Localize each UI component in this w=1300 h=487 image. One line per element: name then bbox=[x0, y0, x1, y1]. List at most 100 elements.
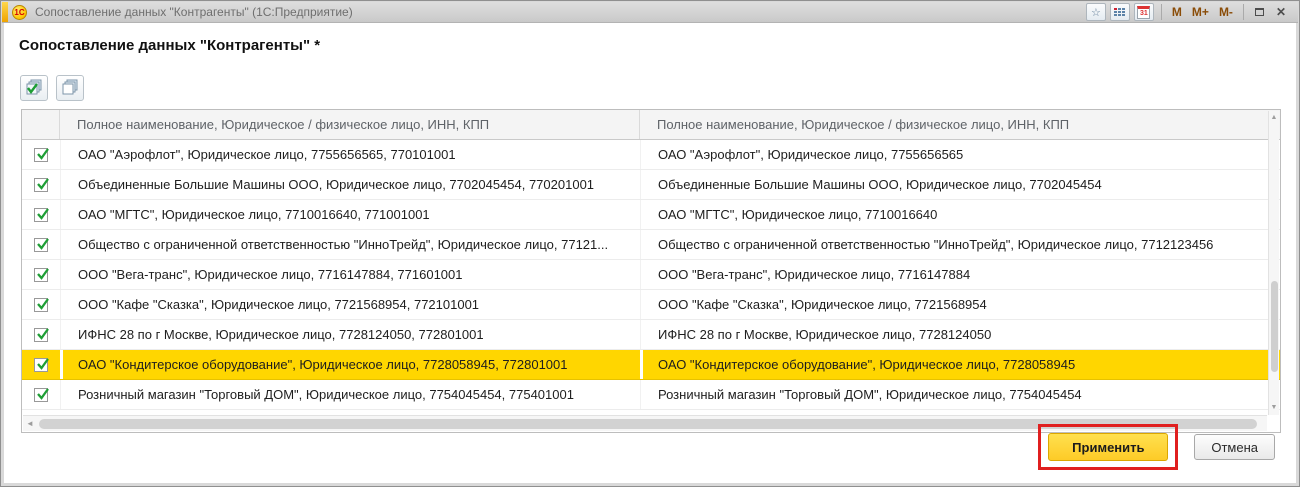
calendar-icon[interactable]: 31 bbox=[1134, 3, 1154, 21]
source-counterparty-text: ОАО "МГТС", Юридическое лицо, 7710016640… bbox=[78, 207, 430, 222]
source-counterparty-cell[interactable]: Общество с ограниченной ответственностью… bbox=[60, 230, 640, 259]
row-checkbox[interactable] bbox=[34, 208, 48, 222]
memory-m-minus-button[interactable]: M- bbox=[1216, 5, 1236, 19]
target-counterparty-cell[interactable]: ИФНС 28 по г Москве, Юридическое лицо, 7… bbox=[640, 320, 1280, 349]
source-counterparty-text: ОАО "Кондитерское оборудование", Юридиче… bbox=[78, 357, 568, 372]
target-counterparty-text: ОАО "Кондитерское оборудование", Юридиче… bbox=[658, 357, 1075, 372]
scroll-up-arrow-icon[interactable]: ▲ bbox=[1269, 113, 1279, 123]
source-counterparty-text: Объединенные Большие Машины ООО, Юридиче… bbox=[78, 177, 594, 192]
checkmark-icon bbox=[35, 385, 51, 401]
memory-m-button[interactable]: M bbox=[1169, 5, 1185, 19]
source-counterparty-cell[interactable]: ОАО "Аэрофлот", Юридическое лицо, 775565… bbox=[60, 140, 640, 169]
source-counterparty-cell[interactable]: ООО "Кафе "Сказка", Юридическое лицо, 77… bbox=[60, 290, 640, 319]
target-counterparty-cell[interactable]: ОАО "МГТС", Юридическое лицо, 7710016640 bbox=[640, 200, 1280, 229]
row-checkbox-cell[interactable] bbox=[22, 200, 60, 229]
checkmark-icon bbox=[35, 175, 51, 191]
titlebar[interactable]: 1С Сопоставление данных "Контрагенты" (1… bbox=[2, 2, 1298, 23]
titlebar-accent-stripe bbox=[2, 2, 8, 22]
vertical-scrollbar-thumb[interactable] bbox=[1271, 281, 1278, 372]
row-checkbox[interactable] bbox=[34, 388, 48, 402]
row-checkbox-cell[interactable] bbox=[22, 380, 60, 409]
target-counterparty-text: Общество с ограниченной ответственностью… bbox=[658, 237, 1213, 252]
row-checkbox[interactable] bbox=[34, 148, 48, 162]
target-counterparty-cell[interactable]: Розничный магазин "Торговый ДОМ", Юридич… bbox=[640, 380, 1280, 409]
source-counterparty-cell[interactable]: ООО "Вега-транс", Юридическое лицо, 7716… bbox=[60, 260, 640, 289]
target-counterparty-text: ООО "Кафе "Сказка", Юридическое лицо, 77… bbox=[658, 297, 987, 312]
calculator-icon[interactable] bbox=[1110, 3, 1130, 21]
row-checkbox[interactable] bbox=[34, 178, 48, 192]
table-row[interactable]: Розничный магазин "Торговый ДОМ", Юридич… bbox=[22, 380, 1280, 410]
table-row[interactable]: ОАО "МГТС", Юридическое лицо, 7710016640… bbox=[22, 200, 1280, 230]
toolbar bbox=[20, 75, 84, 101]
calendar-glyph: 31 bbox=[1137, 6, 1150, 19]
source-column-header: Полное наименование, Юридическое / физич… bbox=[60, 110, 640, 139]
row-checkbox-cell[interactable] bbox=[22, 260, 60, 289]
row-checkbox-cell[interactable] bbox=[22, 170, 60, 199]
pages-icon bbox=[60, 79, 80, 97]
row-checkbox-cell[interactable] bbox=[22, 320, 60, 349]
checkmark-icon bbox=[35, 205, 51, 221]
table-row[interactable]: ООО "Вега-транс", Юридическое лицо, 7716… bbox=[22, 260, 1280, 290]
target-counterparty-text: ИФНС 28 по г Москве, Юридическое лицо, 7… bbox=[658, 327, 991, 342]
target-counterparty-cell[interactable]: ООО "Кафе "Сказка", Юридическое лицо, 77… bbox=[640, 290, 1280, 319]
maximize-button[interactable] bbox=[1251, 5, 1268, 19]
favorites-star-icon[interactable]: ☆ bbox=[1086, 3, 1106, 21]
vertical-scrollbar[interactable]: ▲ ▼ bbox=[1268, 111, 1279, 415]
apply-button[interactable]: Применить bbox=[1048, 433, 1168, 461]
source-counterparty-text: ИФНС 28 по г Москве, Юридическое лицо, 7… bbox=[78, 327, 484, 342]
source-counterparty-cell[interactable]: ОАО "Кондитерское оборудование", Юридиче… bbox=[60, 350, 640, 379]
target-counterparty-text: ОАО "Аэрофлот", Юридическое лицо, 775565… bbox=[658, 147, 963, 162]
memory-m-plus-button[interactable]: M+ bbox=[1189, 5, 1212, 19]
target-counterparty-text: Объединенные Большие Машины ООО, Юридиче… bbox=[658, 177, 1102, 192]
footer-buttons: Применить Отмена bbox=[1038, 424, 1275, 470]
target-counterparty-cell[interactable]: ОАО "Аэрофлот", Юридическое лицо, 775565… bbox=[640, 140, 1280, 169]
table-header-row: Полное наименование, Юридическое / физич… bbox=[22, 110, 1280, 140]
table-row[interactable]: ОАО "Аэрофлот", Юридическое лицо, 775565… bbox=[22, 140, 1280, 170]
row-checkbox-cell[interactable] bbox=[22, 350, 60, 379]
source-counterparty-text: ООО "Вега-транс", Юридическое лицо, 7716… bbox=[78, 267, 462, 282]
target-counterparty-text: ОАО "МГТС", Юридическое лицо, 7710016640 bbox=[658, 207, 937, 222]
table-row[interactable]: Общество с ограниченной ответственностью… bbox=[22, 230, 1280, 260]
cancel-button[interactable]: Отмена bbox=[1194, 434, 1275, 460]
scroll-left-arrow-icon[interactable]: ◄ bbox=[26, 416, 34, 431]
row-checkbox[interactable] bbox=[34, 328, 48, 342]
mapping-dialog-window: 1С Сопоставление данных "Контрагенты" (1… bbox=[0, 0, 1300, 487]
table-row[interactable]: ОАО "Кондитерское оборудование", Юридиче… bbox=[22, 350, 1280, 380]
set-all-checkboxes-button[interactable] bbox=[20, 75, 48, 101]
source-counterparty-cell[interactable]: ОАО "МГТС", Юридическое лицо, 7710016640… bbox=[60, 200, 640, 229]
row-checkbox-cell[interactable] bbox=[22, 230, 60, 259]
source-counterparty-text: Розничный магазин "Торговый ДОМ", Юридич… bbox=[78, 387, 574, 402]
table-row[interactable]: ИФНС 28 по г Москве, Юридическое лицо, 7… bbox=[22, 320, 1280, 350]
target-counterparty-text: ООО "Вега-транс", Юридическое лицо, 7716… bbox=[658, 267, 970, 282]
window-title: Сопоставление данных "Контрагенты" (1С:П… bbox=[35, 5, 353, 19]
source-counterparty-cell[interactable]: Розничный магазин "Торговый ДОМ", Юридич… bbox=[60, 380, 640, 409]
source-counterparty-text: ООО "Кафе "Сказка", Юридическое лицо, 77… bbox=[78, 297, 479, 312]
target-counterparty-cell[interactable]: Объединенные Большие Машины ООО, Юридиче… bbox=[640, 170, 1280, 199]
source-counterparty-cell[interactable]: Объединенные Большие Машины ООО, Юридиче… bbox=[60, 170, 640, 199]
target-counterparty-text: Розничный магазин "Торговый ДОМ", Юридич… bbox=[658, 387, 1082, 402]
checkmark-icon bbox=[35, 145, 51, 161]
checkbox-column-header bbox=[22, 110, 60, 139]
titlebar-separator bbox=[1161, 4, 1162, 20]
table-row[interactable]: ООО "Кафе "Сказка", Юридическое лицо, 77… bbox=[22, 290, 1280, 320]
target-counterparty-cell[interactable]: Общество с ограниченной ответственностью… bbox=[640, 230, 1280, 259]
scroll-down-arrow-icon[interactable]: ▼ bbox=[1269, 403, 1279, 413]
row-checkbox[interactable] bbox=[34, 238, 48, 252]
source-counterparty-cell[interactable]: ИФНС 28 по г Москве, Юридическое лицо, 7… bbox=[60, 320, 640, 349]
clear-all-checkboxes-button[interactable] bbox=[56, 75, 84, 101]
row-checkbox[interactable] bbox=[34, 268, 48, 282]
target-counterparty-cell[interactable]: ООО "Вега-транс", Юридическое лицо, 7716… bbox=[640, 260, 1280, 289]
titlebar-separator bbox=[1243, 4, 1244, 20]
table-row[interactable]: Объединенные Большие Машины ООО, Юридиче… bbox=[22, 170, 1280, 200]
target-counterparty-cell[interactable]: ОАО "Кондитерское оборудование", Юридиче… bbox=[640, 350, 1280, 379]
checkmark-icon bbox=[35, 355, 51, 371]
row-checkbox-cell[interactable] bbox=[22, 140, 60, 169]
row-checkbox[interactable] bbox=[34, 298, 48, 312]
target-column-header: Полное наименование, Юридическое / физич… bbox=[640, 110, 1280, 139]
checkmark-icon bbox=[35, 295, 51, 311]
close-button[interactable]: ✕ bbox=[1272, 5, 1290, 19]
row-checkbox-cell[interactable] bbox=[22, 290, 60, 319]
table-body: ОАО "Аэрофлот", Юридическое лицо, 775565… bbox=[22, 140, 1280, 410]
row-checkbox[interactable] bbox=[34, 358, 48, 372]
1c-app-icon: 1С bbox=[12, 5, 27, 20]
